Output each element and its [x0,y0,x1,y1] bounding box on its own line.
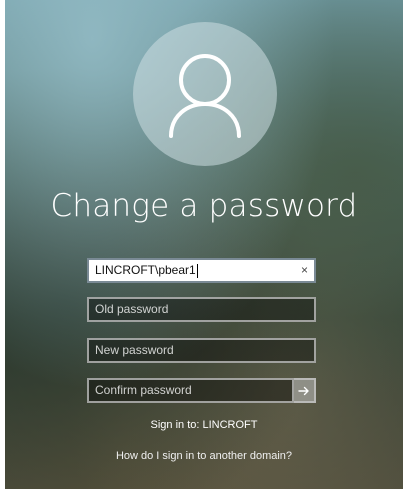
text-caret [196,263,198,278]
lock-screen-background: Change a password LINCROFT\pbear1 × Old … [5,0,403,489]
sign-in-domain-label: Sign in to: LINCROFT [150,419,258,431]
submit-button[interactable] [294,378,316,403]
confirm-password-placeholder: Confirm password [95,383,192,397]
arrow-right-icon [298,386,309,396]
user-avatar [133,22,277,166]
old-password-field[interactable]: Old password [87,297,316,322]
new-password-field[interactable]: New password [87,338,316,363]
username-value: LINCROFT\pbear1 [95,263,196,277]
old-password-placeholder: Old password [95,302,169,316]
confirm-password-field[interactable]: Confirm password [87,378,294,403]
page-title: Change a password [50,188,358,224]
new-password-placeholder: New password [95,343,174,357]
clear-icon[interactable]: × [301,260,308,281]
user-icon [169,54,241,138]
username-field[interactable]: LINCROFT\pbear1 × [87,258,316,283]
other-domain-link[interactable]: How do I sign in to another domain? [5,450,403,462]
